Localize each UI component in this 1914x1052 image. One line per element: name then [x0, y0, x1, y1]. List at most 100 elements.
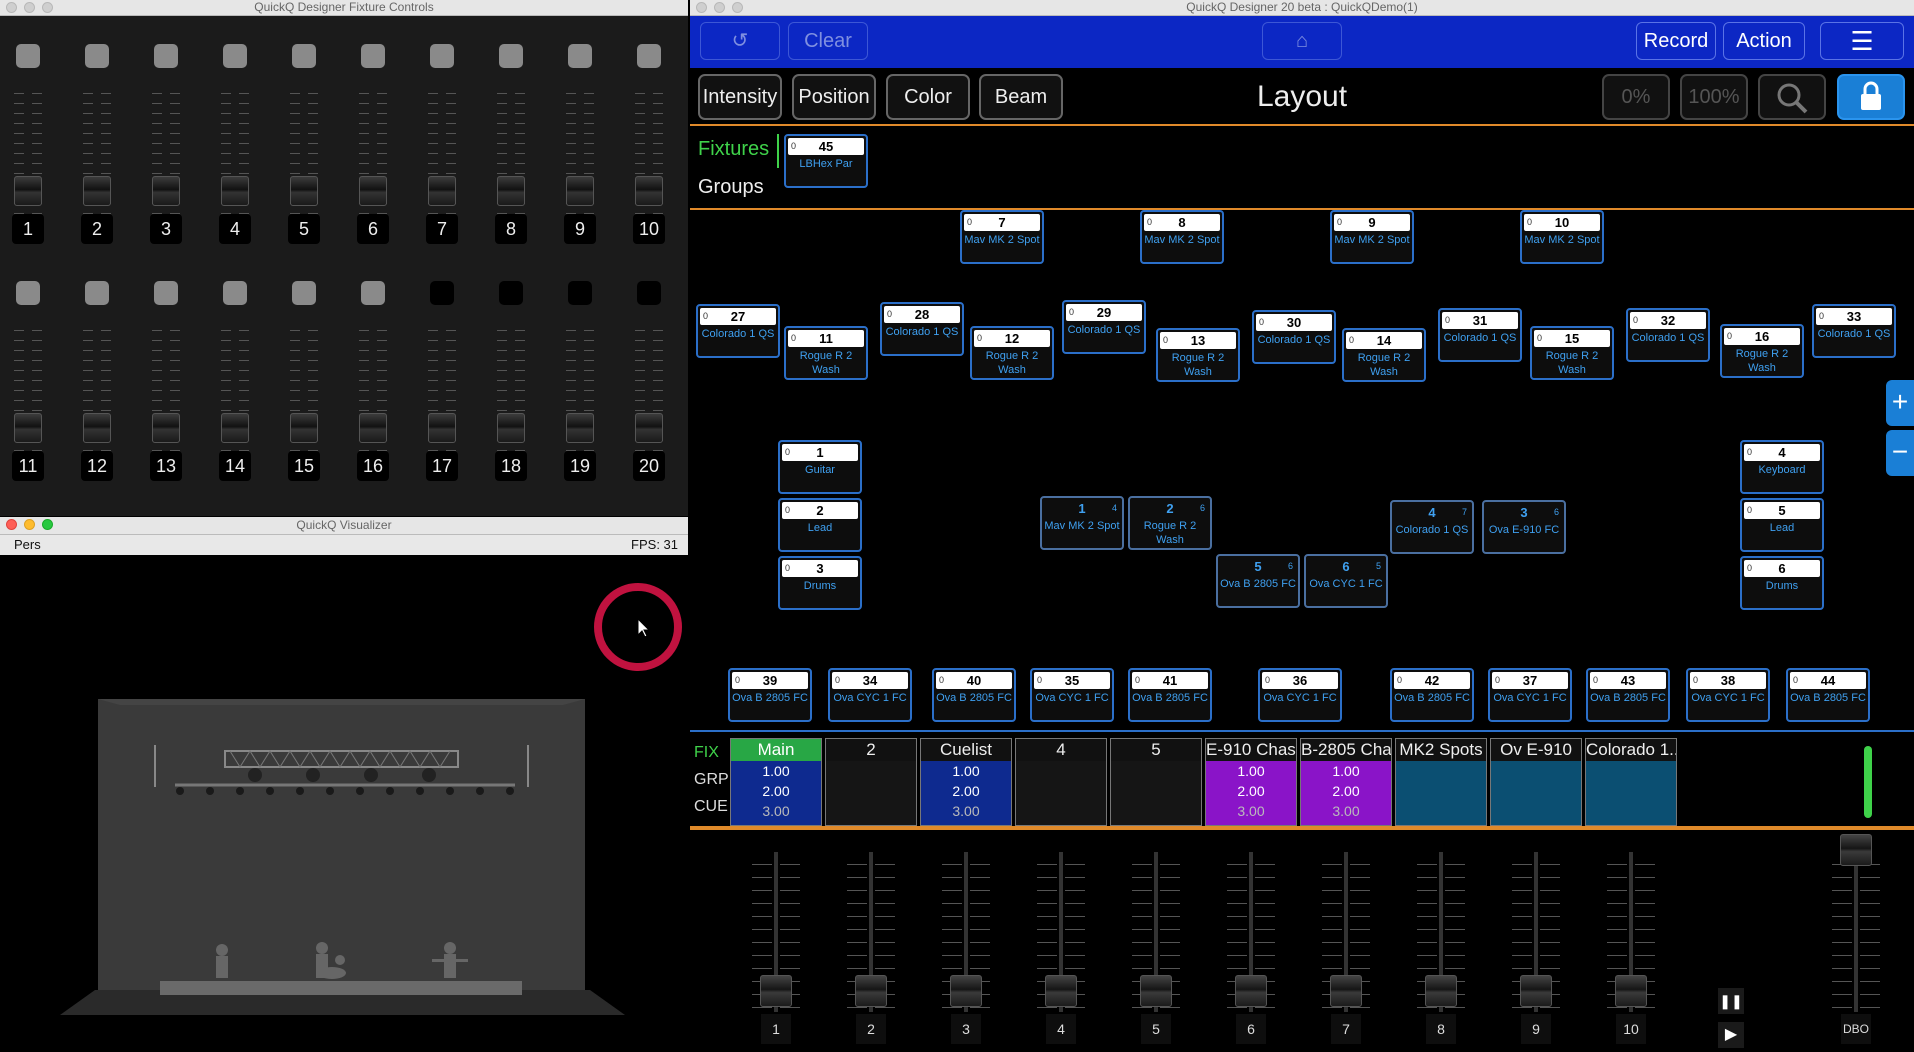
fader-knob[interactable] — [1615, 975, 1647, 1007]
fader-number[interactable]: 5 — [1141, 1014, 1171, 1044]
fader-knob[interactable] — [1840, 834, 1872, 866]
fixture-tile[interactable]: 0 5 Lead — [1740, 498, 1824, 552]
channel-fader-knob[interactable] — [83, 176, 111, 206]
lock-button[interactable] — [1837, 74, 1905, 120]
fixture-tile[interactable]: 0 40 Ova B 2805 FC — [932, 668, 1016, 722]
fixture-tile[interactable]: 0 12 Rogue R 2 Wash — [970, 326, 1054, 380]
fader-knob[interactable] — [1140, 975, 1172, 1007]
view-mode-label[interactable]: Pers — [14, 537, 41, 552]
fixture-tile[interactable]: 0 1 Guitar — [778, 440, 862, 494]
fixture-tile[interactable]: 0 38 Ova CYC 1 FC — [1686, 668, 1770, 722]
fader-knob[interactable] — [1425, 975, 1457, 1007]
fixture-tile[interactable]: 0 16 Rogue R 2 Wash — [1720, 324, 1804, 378]
fixture-tile[interactable]: 0 14 Rogue R 2 Wash — [1342, 328, 1426, 382]
channel-select-button[interactable] — [154, 44, 178, 68]
channel-fader-knob[interactable] — [290, 176, 318, 206]
group-tile[interactable]: 4 7 Colorado 1 QS — [1390, 500, 1474, 554]
fixture-tile[interactable]: 0 37 Ova CYC 1 FC — [1488, 668, 1572, 722]
fixture-tile[interactable]: 0 27 Colorado 1 QS — [696, 304, 780, 358]
fixture-tile[interactable]: 0 35 Ova CYC 1 FC — [1030, 668, 1114, 722]
channel-fader-knob[interactable] — [221, 176, 249, 206]
channel-select-button[interactable] — [85, 281, 109, 305]
fader-number[interactable]: 7 — [1331, 1014, 1361, 1044]
layout-stage[interactable]: + − 0 7 Mav MK 2 Spot 0 8 Mav MK 2 Spot 0 9 Mav … — [690, 210, 1914, 730]
channel-select-button[interactable] — [16, 44, 40, 68]
fixture-tile[interactable]: 0 43 Ova B 2805 FC — [1586, 668, 1670, 722]
channel-fader-knob[interactable] — [152, 176, 180, 206]
fader-number[interactable]: 10 — [1616, 1014, 1646, 1044]
pause-button[interactable]: ❚❚ — [1718, 988, 1744, 1014]
cue-slot[interactable]: B-2805 Cha... 1.00 2.00 3.00 — [1300, 738, 1392, 826]
zoom-button[interactable] — [1758, 74, 1826, 120]
channel-select-button[interactable] — [430, 44, 454, 68]
fixture-tile[interactable]: 0 41 Ova B 2805 FC — [1128, 668, 1212, 722]
fader-number[interactable]: 1 — [761, 1014, 791, 1044]
zoom-in-button[interactable]: + — [1886, 380, 1914, 426]
fixture-tile[interactable]: 0 2 Lead — [778, 498, 862, 552]
channel-select-button[interactable] — [568, 281, 592, 305]
fixture-tile[interactable]: 0 29 Colorado 1 QS — [1062, 300, 1146, 354]
channel-fader-knob[interactable] — [14, 413, 42, 443]
channel-select-button[interactable] — [499, 281, 523, 305]
channel-select-button[interactable] — [292, 44, 316, 68]
cue-slot[interactable]: Cuelist 1.00 2.00 3.00 — [920, 738, 1012, 826]
fixture-tile[interactable]: 0 3 Drums — [778, 556, 862, 610]
cue-slot[interactable]: E-910 Chase 1.00 2.00 3.00 — [1205, 738, 1297, 826]
fixture-tile[interactable]: 0 15 Rogue R 2 Wash — [1530, 326, 1614, 380]
channel-select-button[interactable] — [223, 281, 247, 305]
fader-knob[interactable] — [760, 975, 792, 1007]
clear-button[interactable]: Clear — [788, 22, 868, 60]
minimize-icon[interactable] — [24, 2, 35, 13]
fader-knob[interactable] — [950, 975, 982, 1007]
channel-fader-knob[interactable] — [14, 176, 42, 206]
fixture-tile[interactable]: 0 7 Mav MK 2 Spot — [960, 210, 1044, 264]
grp-label[interactable]: GRP — [694, 771, 729, 789]
fader-number[interactable]: 3 — [951, 1014, 981, 1044]
fixture-tile[interactable]: 0 30 Colorado 1 QS — [1252, 310, 1336, 364]
channel-fader-knob[interactable] — [428, 176, 456, 206]
cue-slot[interactable]: 4 — [1015, 738, 1107, 826]
channel-fader-knob[interactable] — [497, 413, 525, 443]
channel-fader-knob[interactable] — [635, 176, 663, 206]
channel-select-button[interactable] — [85, 44, 109, 68]
fader-knob[interactable] — [1520, 975, 1552, 1007]
group-tile[interactable]: 1 4 Mav MK 2 Spot — [1040, 496, 1124, 550]
fixture-tile[interactable]: 0 4 Keyboard — [1740, 440, 1824, 494]
fixture-tile[interactable]: 0 32 Colorado 1 QS — [1626, 308, 1710, 362]
fader-knob[interactable] — [1330, 975, 1362, 1007]
fader-number[interactable]: 8 — [1426, 1014, 1456, 1044]
fixture-tile[interactable]: 0 34 Ova CYC 1 FC — [828, 668, 912, 722]
fixture-tile[interactable]: 0 33 Colorado 1 QS — [1812, 304, 1896, 358]
fixture-tile[interactable]: 0 6 Drums — [1740, 556, 1824, 610]
channel-fader-knob[interactable] — [83, 413, 111, 443]
close-icon[interactable] — [6, 2, 17, 13]
fixture-tile[interactable]: 0 44 Ova B 2805 FC — [1786, 668, 1870, 722]
fixture-tile[interactable]: 0 31 Colorado 1 QS — [1438, 308, 1522, 362]
fader-knob[interactable] — [1045, 975, 1077, 1007]
fixture-tile[interactable]: 0 28 Colorado 1 QS — [880, 302, 964, 356]
channel-fader-knob[interactable] — [566, 176, 594, 206]
cue-slot[interactable]: 2 — [825, 738, 917, 826]
cue-slot[interactable]: Ov E-910 — [1490, 738, 1582, 826]
palette-fixture-tile[interactable]: 0 45 LBHex Par — [784, 134, 868, 188]
minimize-icon[interactable] — [714, 2, 725, 13]
maximize-icon[interactable] — [42, 519, 53, 530]
fader-number[interactable]: 2 — [856, 1014, 886, 1044]
channel-select-button[interactable] — [568, 44, 592, 68]
close-icon[interactable] — [696, 2, 707, 13]
channel-fader-knob[interactable] — [428, 413, 456, 443]
undo-button[interactable]: ↺ — [700, 22, 780, 60]
zoom-out-button[interactable]: − — [1886, 430, 1914, 476]
action-button[interactable]: Action — [1723, 22, 1805, 60]
cue-slot[interactable]: MK2 Spots — [1395, 738, 1487, 826]
cue-slot[interactable]: Main 1.00 2.00 3.00 — [730, 738, 822, 826]
fixture-tile[interactable]: 0 36 Ova CYC 1 FC — [1258, 668, 1342, 722]
record-button[interactable]: Record — [1636, 22, 1716, 60]
cue-label[interactable]: CUE — [694, 798, 728, 816]
dbo-button[interactable]: DBO — [1841, 1014, 1871, 1044]
group-tile[interactable]: 5 6 Ova B 2805 FC — [1216, 554, 1300, 608]
channel-fader-knob[interactable] — [152, 413, 180, 443]
group-tile[interactable]: 6 5 Ova CYC 1 FC — [1304, 554, 1388, 608]
fader-knob[interactable] — [1235, 975, 1267, 1007]
fixture-tile[interactable]: 0 42 Ova B 2805 FC — [1390, 668, 1474, 722]
